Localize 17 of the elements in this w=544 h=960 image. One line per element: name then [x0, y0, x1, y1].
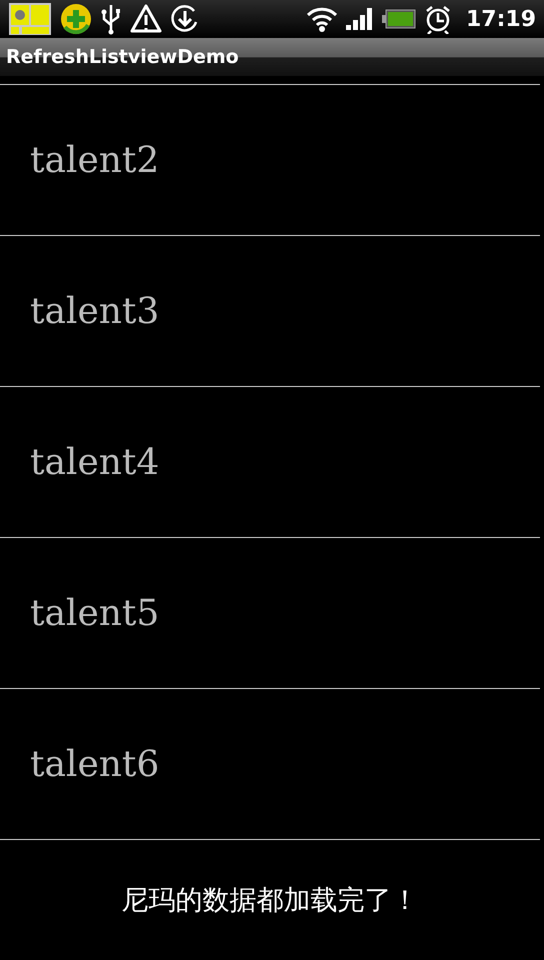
window-title: RefreshListviewDemo — [6, 46, 239, 68]
list-item[interactable]: talent4 — [0, 387, 540, 538]
list-item[interactable]: talent3 — [0, 236, 540, 387]
status-time: 17:19 — [466, 6, 536, 32]
battery-icon — [382, 9, 416, 29]
list-item[interactable]: talent2 — [0, 85, 540, 236]
list-item[interactable]: talent5 — [0, 538, 540, 689]
download-icon — [170, 4, 200, 34]
app-icon — [8, 2, 52, 36]
signal-icon — [346, 8, 374, 30]
alarm-icon — [424, 4, 452, 34]
list-item[interactable]: talent6 — [0, 689, 540, 840]
usb-icon — [100, 3, 122, 35]
wifi-icon — [306, 5, 338, 33]
warning-icon — [130, 3, 162, 35]
load-complete-message: 尼玛的数据都加载完了！ — [120, 884, 420, 918]
plus-icon — [60, 3, 92, 35]
